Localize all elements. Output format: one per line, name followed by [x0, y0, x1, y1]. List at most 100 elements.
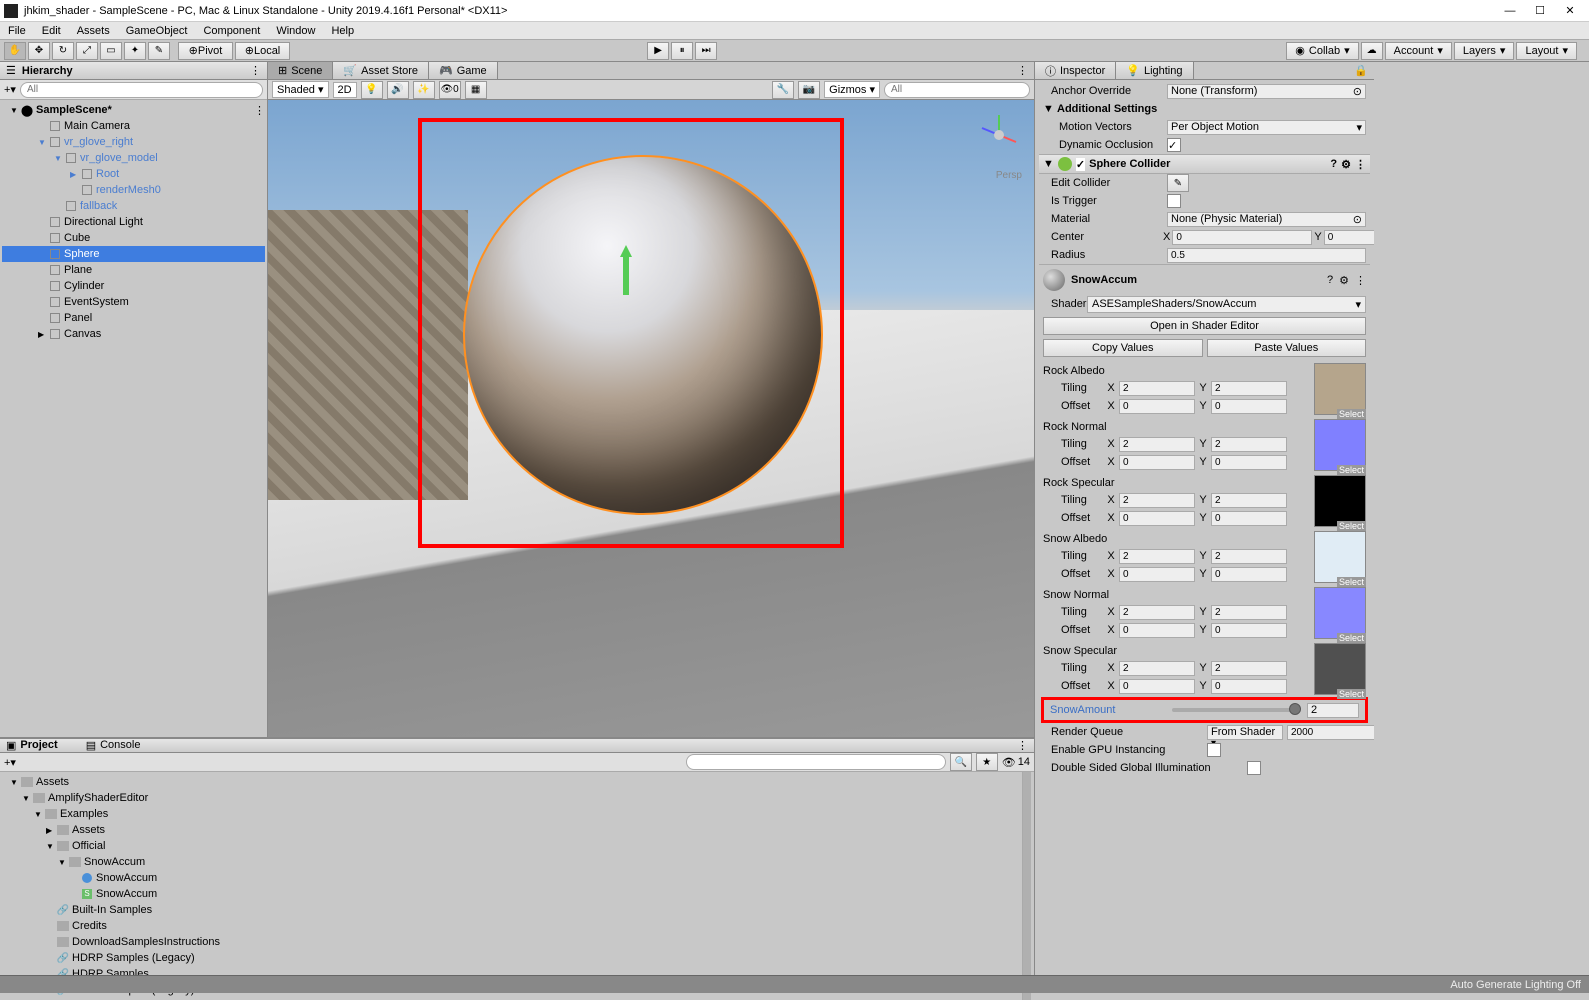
hierarchy-item[interactable]: Sphere [2, 246, 265, 262]
project-item[interactable]: 🔗HDRP Samples (Legacy) [2, 950, 1020, 966]
project-item[interactable]: ▼Assets [2, 774, 1020, 790]
open-shader-editor-button[interactable]: Open in Shader Editor [1043, 317, 1366, 335]
project-item[interactable]: 🔗Built-In Samples [2, 902, 1020, 918]
project-item[interactable]: ▼Examples [2, 806, 1020, 822]
hierarchy-search[interactable] [20, 82, 263, 98]
project-search[interactable] [686, 754, 946, 770]
render-queue-value[interactable] [1287, 725, 1374, 740]
project-item[interactable]: SnowAccum [2, 870, 1020, 886]
hidden-count[interactable]: 👁14 [1002, 756, 1030, 769]
custom-tool[interactable]: ✎ [148, 42, 170, 60]
preset-icon[interactable]: ⚙ [1341, 158, 1351, 171]
texture-swatch[interactable] [1314, 587, 1366, 639]
pause-button[interactable]: ⏸ [671, 42, 693, 60]
double-sided-checkbox[interactable] [1247, 761, 1261, 775]
texture-swatch[interactable] [1314, 363, 1366, 415]
shading-mode[interactable]: Shaded ▾ [272, 81, 329, 98]
scene-menu-icon[interactable]: ⋮ [1011, 62, 1034, 79]
rect-tool[interactable]: ▭ [100, 42, 122, 60]
camera-icon[interactable]: 📷 [798, 81, 820, 99]
tiling-x[interactable] [1119, 549, 1195, 564]
offset-x[interactable] [1119, 567, 1195, 582]
asset-store-tab[interactable]: 🛒 Asset Store [333, 62, 429, 79]
edit-collider-button[interactable]: ✎ [1167, 174, 1189, 192]
scale-tool[interactable]: ⤢ [76, 42, 98, 60]
hierarchy-item[interactable]: Cube [2, 230, 265, 246]
tiling-x[interactable] [1119, 661, 1195, 676]
help-icon[interactable]: ? [1327, 274, 1333, 286]
project-tab[interactable]: ▣ Project [6, 739, 58, 752]
offset-y[interactable] [1211, 511, 1287, 526]
project-menu-icon[interactable]: ⋮ [1017, 739, 1028, 752]
layers-button[interactable]: Layers ▾ [1454, 42, 1515, 60]
scene-root[interactable]: ▼ ⬤ SampleScene* ⋮ [2, 102, 265, 118]
audio-toggle[interactable]: 🔊 [387, 81, 409, 99]
transform-tool[interactable]: ✦ [124, 42, 146, 60]
inspector-lock-icon[interactable]: 🔒 [1348, 62, 1374, 79]
y-axis-gizmo[interactable] [623, 255, 629, 295]
filter-icon[interactable]: 🔍 [950, 753, 972, 771]
hierarchy-item[interactable]: ▼vr_glove_right [2, 134, 265, 150]
project-item[interactable]: ▼Official [2, 838, 1020, 854]
offset-x[interactable] [1119, 623, 1195, 638]
hierarchy-tab[interactable]: ☰ Hierarchy ⋮ [0, 62, 267, 80]
hierarchy-item[interactable]: Cylinder [2, 278, 265, 294]
dynamic-occlusion-checkbox[interactable]: ✓ [1167, 138, 1181, 152]
project-item[interactable]: ▼SnowAccum [2, 854, 1020, 870]
center-x[interactable] [1172, 230, 1312, 245]
hierarchy-item[interactable]: ▶Canvas [2, 326, 265, 342]
step-button[interactable]: ⏭ [695, 42, 717, 60]
tiling-y[interactable] [1211, 549, 1287, 564]
offset-y[interactable] [1211, 399, 1287, 414]
pivot-toggle[interactable]: ⊕ Pivot [178, 42, 233, 60]
hierarchy-item[interactable]: ▶Root [2, 166, 265, 182]
collab-button[interactable]: ◉ Collab ▾ [1286, 42, 1358, 60]
menu-help[interactable]: Help [331, 25, 354, 37]
fx-toggle[interactable]: ✨ [413, 81, 435, 99]
material-menu-icon[interactable]: ⋮ [1355, 274, 1366, 287]
tiling-x[interactable] [1119, 605, 1195, 620]
render-queue-mode[interactable]: From Shader ▾ [1207, 725, 1283, 740]
project-item[interactable]: ▼AmplifyShaderEditor [2, 790, 1020, 806]
create-button[interactable]: +▾ [4, 83, 16, 96]
offset-y[interactable] [1211, 623, 1287, 638]
gizmos-dropdown[interactable]: Gizmos ▾ [824, 81, 880, 98]
motion-vectors-field[interactable]: Per Object Motion ▾ [1167, 120, 1366, 135]
menu-gameobject[interactable]: GameObject [126, 25, 188, 37]
console-tab[interactable]: ▤ Console [86, 739, 141, 752]
offset-y[interactable] [1211, 679, 1287, 694]
tiling-y[interactable] [1211, 381, 1287, 396]
snow-amount-value[interactable] [1307, 703, 1359, 718]
tiling-x[interactable] [1119, 381, 1195, 396]
scene-viewport[interactable]: Persp [268, 100, 1034, 737]
tiling-y[interactable] [1211, 605, 1287, 620]
texture-swatch[interactable] [1314, 419, 1366, 471]
maximize-button[interactable]: ☐ [1533, 4, 1547, 18]
project-item[interactable]: ▶Assets [2, 822, 1020, 838]
hierarchy-item[interactable]: Directional Light [2, 214, 265, 230]
persp-label[interactable]: Persp [996, 170, 1022, 181]
texture-swatch[interactable] [1314, 531, 1366, 583]
copy-values-button[interactable]: Copy Values [1043, 339, 1203, 357]
tiling-x[interactable] [1119, 493, 1195, 508]
hierarchy-item[interactable]: EventSystem [2, 294, 265, 310]
offset-x[interactable] [1119, 455, 1195, 470]
radius-field[interactable] [1167, 248, 1366, 263]
snow-amount-slider[interactable] [1172, 708, 1301, 712]
move-tool[interactable]: ✥ [28, 42, 50, 60]
scene-menu-icon[interactable]: ⋮ [254, 104, 265, 117]
menu-edit[interactable]: Edit [42, 25, 61, 37]
favorite-icon[interactable]: ★ [976, 753, 998, 771]
menu-component[interactable]: Component [203, 25, 260, 37]
orientation-gizmo[interactable] [974, 110, 1024, 160]
close-button[interactable]: ✕ [1563, 4, 1577, 18]
offset-x[interactable] [1119, 511, 1195, 526]
play-button[interactable]: ▶ [647, 42, 669, 60]
tools-icon[interactable]: 🔧 [772, 81, 794, 99]
expand-icon[interactable]: ▼ [1043, 103, 1053, 115]
texture-select-button[interactable]: Select [1337, 689, 1366, 699]
scene-search[interactable] [884, 82, 1030, 98]
offset-x[interactable] [1119, 399, 1195, 414]
menu-window[interactable]: Window [276, 25, 315, 37]
project-scrollbar[interactable] [1023, 772, 1031, 1000]
